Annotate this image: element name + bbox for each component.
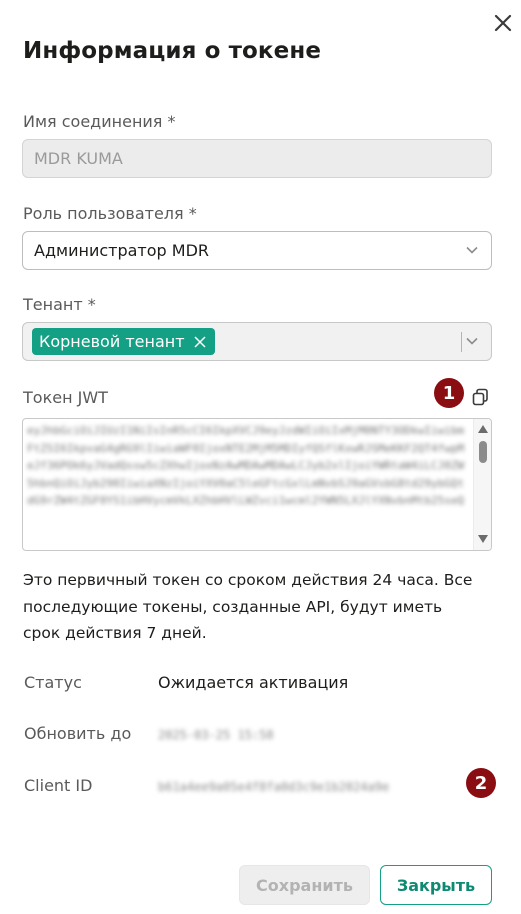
jwt-token-value: eyJhbGciOiJIUzI1NiIsInR5cCI6IkpXVCJ9eyJz…	[27, 424, 465, 507]
tenant-multiselect[interactable]: Корневой тенант	[22, 322, 492, 361]
jwt-token-label: Токен JWT	[23, 388, 108, 407]
close-dialog-button[interactable]	[490, 10, 516, 36]
dialog-title: Информация о токене	[23, 38, 322, 64]
connection-name-value: MDR KUMA	[34, 149, 123, 168]
annotation-badge-2: 2	[466, 768, 496, 798]
scroll-up-icon[interactable]	[478, 425, 488, 433]
save-button[interactable]: Сохранить	[239, 865, 370, 905]
user-role-select[interactable]: Администратор MDR	[22, 231, 492, 270]
close-button[interactable]: Закрыть	[380, 865, 492, 905]
status-label: Статус	[24, 673, 82, 692]
select-separator	[461, 332, 462, 352]
tenant-chip-label: Корневой тенант	[39, 332, 185, 351]
tenant-label: Тенант *	[23, 295, 96, 314]
connection-name-label: Имя соединения *	[23, 112, 176, 131]
copy-icon[interactable]	[470, 387, 490, 407]
user-role-label: Роль пользователя *	[23, 204, 197, 223]
jwt-token-textarea[interactable]: eyJhbGciOiJIUzI1NiIsInR5cCI6IkpXVCJ9eyJz…	[22, 418, 492, 551]
client-id-label: Client ID	[24, 776, 93, 795]
remove-chip-icon[interactable]	[193, 335, 207, 349]
scroll-down-icon[interactable]	[478, 535, 488, 543]
token-scrollbar[interactable]	[473, 419, 491, 550]
tenant-chip: Корневой тенант	[32, 328, 215, 355]
scroll-thumb[interactable]	[479, 441, 487, 463]
connection-name-field: MDR KUMA	[22, 139, 492, 178]
renew-until-value: 2025-03-25 15:58	[158, 728, 274, 742]
chevron-down-icon	[466, 337, 478, 345]
close-icon	[494, 14, 512, 32]
renew-until-label: Обновить до	[24, 724, 132, 743]
chevron-down-icon	[466, 246, 478, 254]
token-expiry-note: Это первичный токен со сроком действия 2…	[23, 571, 473, 642]
client-id-value: b61a4ee9a05e4f8fa0d3c9e1b2024a9e	[158, 780, 390, 794]
user-role-value: Администратор MDR	[34, 241, 210, 260]
status-value: Ожидается активация	[158, 673, 349, 692]
annotation-badge-1: 1	[434, 378, 464, 408]
